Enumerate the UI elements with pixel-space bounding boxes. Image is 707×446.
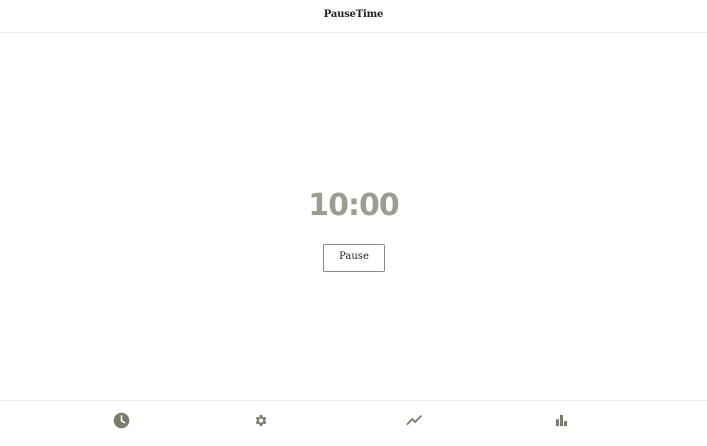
timer-display: 10:00 [308,188,400,223]
gear-icon [253,413,268,428]
bottom-nav [0,400,707,446]
trending-icon [405,412,423,429]
top-bar: PauseTime [0,0,707,33]
clock-icon [113,412,130,429]
app-window: PauseTime 10:00 Pause [0,0,707,446]
nav-item-stats[interactable] [552,411,570,429]
pause-button[interactable]: Pause [323,244,385,272]
nav-item-timer[interactable] [112,411,130,429]
bar-chart-icon [554,413,569,428]
nav-item-trends[interactable] [405,411,423,429]
app-title: PauseTime [323,8,384,20]
nav-item-settings[interactable] [251,411,269,429]
